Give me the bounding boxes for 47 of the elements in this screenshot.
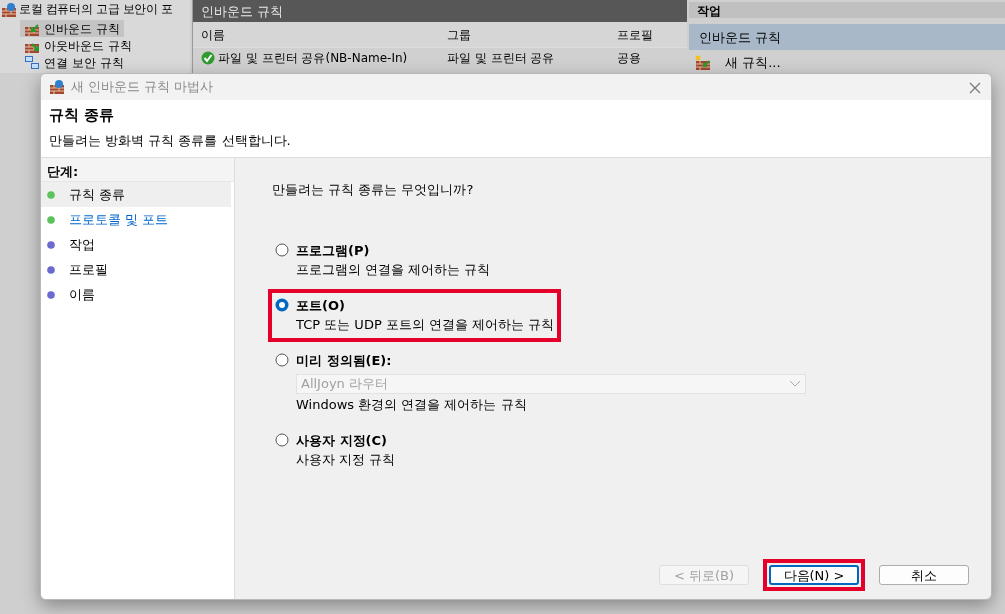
wizard-step[interactable]: 규칙 종류 [41, 182, 231, 207]
option-description: TCP 또는 UDP 포트의 연결을 제어하는 규칙 [296, 316, 555, 334]
option-label[interactable]: 포트(O) [296, 295, 555, 315]
wizard-step[interactable]: 프로토콜 및 포트 [41, 207, 231, 232]
wizard-button[interactable]: 다음(N) > [769, 565, 859, 585]
option-label[interactable]: 미리 정의됨(E): [296, 350, 806, 370]
table-cell: 파일 및 프린터 공유(NB-Name-In) [193, 49, 443, 67]
tree-item[interactable]: 연결 보안 규칙 [20, 54, 128, 71]
steps-label: 단계: [41, 158, 234, 182]
panel-title: 인바운드 규칙 [193, 0, 687, 22]
column-header[interactable]: 그룹 [443, 25, 613, 44]
radio-button[interactable] [275, 297, 289, 312]
column-header[interactable]: 이름 [193, 25, 443, 44]
tree-item[interactable]: 아웃바운드 규칙 [20, 37, 136, 54]
tree-item[interactable]: 인바운드 규칙 [20, 20, 124, 37]
wizard-step[interactable]: 프로필 [41, 257, 231, 282]
wizard-step[interactable]: 작업 [41, 232, 231, 257]
option-label[interactable]: 프로그램(P) [296, 240, 491, 260]
question-text: 만들려는 규칙 종류는 무엇입니까? [272, 181, 475, 199]
window-title: 새 인바운드 규칙 마법사 [71, 78, 214, 97]
console-title: 로컬 컴퓨터의 고급 보안이 포 [19, 1, 173, 19]
option-label[interactable]: 사용자 지정(C) [296, 430, 396, 450]
close-icon [969, 81, 981, 94]
page-heading: 규칙 종류 [49, 105, 116, 126]
dropdown: AllJoyn 라우터 [296, 374, 806, 394]
firewall-icon [49, 79, 65, 95]
wizard-button[interactable]: 취소 [879, 565, 969, 585]
panel-title: 작업 [689, 2, 1005, 18]
action-item[interactable]: 새 규칙... [689, 50, 1005, 76]
radio-button[interactable] [275, 432, 289, 447]
firewall-icon [695, 54, 711, 71]
chevron-down-icon [789, 380, 801, 388]
table-cell-text: 파일 및 프린터 공유 [446, 50, 556, 67]
column-header[interactable]: 프로필 [613, 25, 673, 44]
option-description: Windows 환경의 연결을 제어하는 규칙 [296, 396, 528, 414]
wizard-step[interactable]: 이름 [41, 282, 231, 307]
computers-icon [24, 54, 40, 71]
option-description: 프로그램의 연결을 제어하는 규칙 [296, 261, 491, 279]
action-section[interactable]: 인바운드 규칙 [689, 24, 1005, 50]
radio-button[interactable] [275, 352, 289, 367]
page-subtitle: 만들려는 방화벽 규칙 종류를 선택합니다. [49, 131, 292, 150]
table-row[interactable]: 파일 및 프린터 공유(NB-Name-In) 파일 및 프린터 공유 공용 [193, 48, 687, 68]
firewall-icon [1, 2, 17, 18]
check-icon [201, 51, 215, 65]
option-description: 사용자 지정 규칙 [296, 451, 396, 469]
radio-button[interactable] [275, 242, 289, 257]
table-cell-text: 공용 [616, 50, 642, 67]
